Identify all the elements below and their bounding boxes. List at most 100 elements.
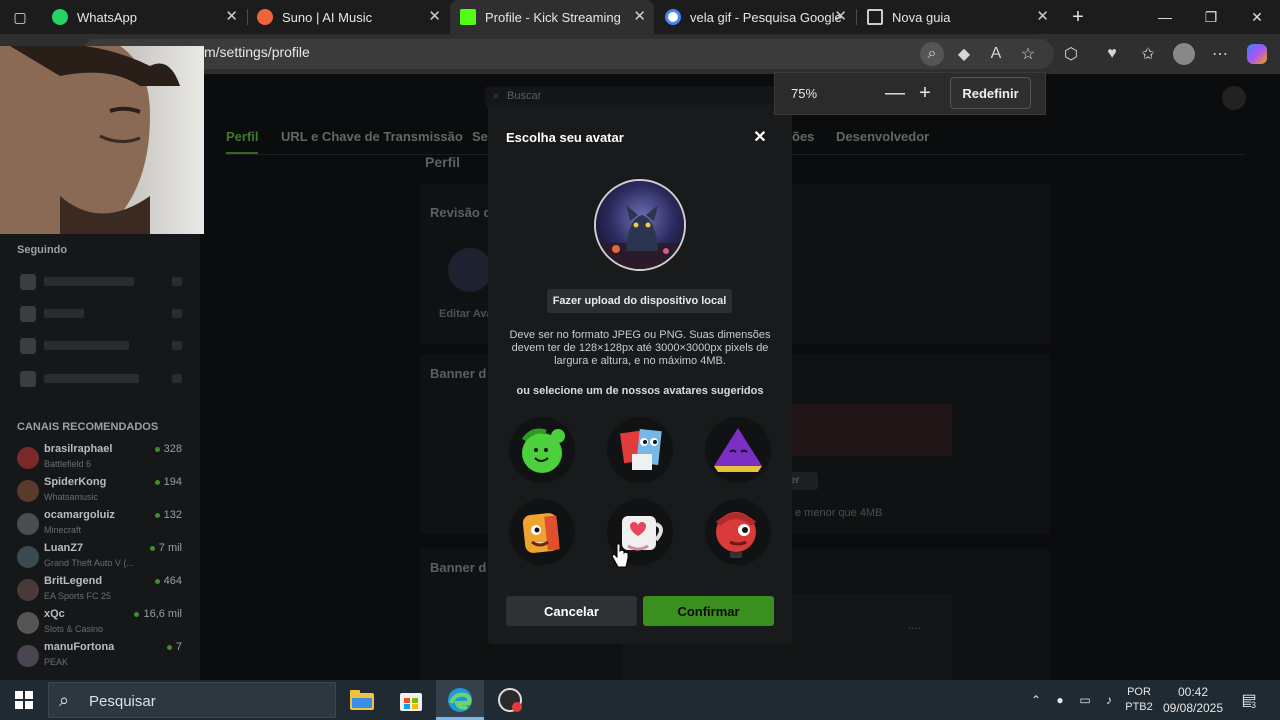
extensions-icon[interactable]: ⬡ <box>1059 42 1083 66</box>
following-item[interactable] <box>20 371 185 389</box>
close-icon[interactable]: ✕ <box>428 9 441 25</box>
read-aloud-icon[interactable]: A <box>984 42 1008 66</box>
kick-icon <box>460 9 476 25</box>
tab-actions-icon[interactable]: ▢ <box>0 0 40 34</box>
avatar <box>17 480 39 502</box>
banner-label: Banner d <box>430 366 487 381</box>
recommended-channel[interactable]: ocamargoluiz Minecraft 132 <box>17 509 187 541</box>
edit-avatar-label[interactable]: Editar Ava <box>439 308 493 320</box>
section-title: Perfil <box>425 154 461 170</box>
tab-title: WhatsApp <box>77 9 137 25</box>
tab-title: vela gif - Pesquisa Google <box>690 9 842 25</box>
cancel-button[interactable]: Cancelar <box>506 596 637 626</box>
banner-preview <box>792 404 952 456</box>
suggested-avatars-label: ou selecione um de nossos avatares suger… <box>516 385 764 397</box>
red-ball-avatar[interactable] <box>705 499 771 565</box>
search-icon: ⌕ <box>59 690 70 710</box>
tab-new[interactable]: Nova guia ✕ <box>857 0 1057 34</box>
close-icon[interactable]: ✕ <box>633 9 646 25</box>
taskbar-search[interactable]: ⌕ Pesquisar <box>48 682 336 718</box>
tab-strip: ▢ WhatsApp ✕ Suno | AI Music ✕ Profile -… <box>0 0 1280 34</box>
new-tab-button[interactable]: + <box>1060 0 1096 34</box>
confirm-button[interactable]: Confirmar <box>643 596 774 626</box>
language-indicator[interactable]: POR PTB2 <box>1122 680 1156 720</box>
zoom-icon[interactable]: ⌕ <box>920 42 944 66</box>
user-avatar[interactable] <box>1222 86 1246 110</box>
recommended-channel[interactable]: LuanZ7 Grand Theft Auto V (... 7 mil <box>17 542 187 574</box>
zoom-level: 75% <box>791 86 818 101</box>
tab-perfil[interactable]: Perfil <box>226 129 259 144</box>
banner-hint: e menor que 4MB <box>795 507 883 519</box>
windows-start-icon[interactable] <box>0 680 48 720</box>
tab-whatsapp[interactable]: WhatsApp ✕ <box>42 0 246 34</box>
purple-triangle-avatar[interactable] <box>705 417 771 483</box>
address-url[interactable]: m/settings/profile <box>204 44 310 60</box>
recommended-channel[interactable]: brasilraphael Battlefield 6 328 <box>17 443 187 475</box>
network-icon[interactable]: ▭ <box>1074 680 1096 720</box>
avatar <box>17 546 39 568</box>
notifications-icon[interactable]: ▤ 3 <box>1234 680 1264 720</box>
recommended-channel[interactable]: SpiderKong Whatsamusic 194 <box>17 476 187 508</box>
volume-icon[interactable]: ♪ <box>1098 680 1120 720</box>
tab-title: Profile - Kick Streaming <box>485 9 621 25</box>
banner-upload-button[interactable]: er <box>788 472 818 490</box>
favorite-star-icon[interactable]: ☆ <box>1016 42 1040 66</box>
upload-hint: Deve ser no formato JPEG ou PNG. Suas di… <box>509 329 771 367</box>
orange-face-avatar[interactable] <box>509 499 575 565</box>
tag-icon[interactable]: ◆ <box>952 42 976 66</box>
avatar <box>17 579 39 601</box>
webcam-overlay <box>0 46 204 234</box>
green-blob-avatar[interactable] <box>509 417 575 483</box>
windows-taskbar: ⌕ Pesquisar ⌃ ● ▭ ♪ POR PTB2 00:42 09/08/2… <box>0 680 1280 720</box>
modal-title: Escolha seu avatar <box>506 130 624 145</box>
profile-avatar[interactable] <box>1172 42 1196 66</box>
recommended-header: CANAIS RECOMENDADOS <box>17 421 159 433</box>
tab-google[interactable]: vela gif - Pesquisa Google ✕ <box>655 0 855 34</box>
tab-developer[interactable]: Desenvolvedor <box>836 129 929 144</box>
chevron-up-icon[interactable]: ⌃ <box>1026 680 1046 720</box>
recommended-channel[interactable]: xQc Slots & Casino 16,6 mil <box>17 608 187 640</box>
clock[interactable]: 00:42 09/08/2025 <box>1160 680 1226 720</box>
tab-stream-url-key[interactable]: URL e Chave de Transmissão <box>281 129 463 144</box>
recommended-channel[interactable]: BritLegend EA Sports FC 25 464 <box>17 575 187 607</box>
minimize-button[interactable]: — <box>1142 0 1188 34</box>
recommended-channel[interactable]: manuFortona PEAK 7 <box>17 641 187 673</box>
zoom-reset-button[interactable]: Redefinir <box>950 77 1031 109</box>
zoom-out-button[interactable]: — <box>883 81 907 105</box>
avatar <box>17 612 39 634</box>
favorites-icon[interactable]: ✩ <box>1136 42 1160 66</box>
blue-red-block-avatar[interactable] <box>607 417 673 483</box>
file-explorer-icon[interactable] <box>338 680 386 720</box>
tab-title: Suno | AI Music <box>282 9 373 25</box>
copilot-icon[interactable] <box>1245 42 1269 66</box>
browser-essentials-icon[interactable]: ♥ <box>1100 42 1124 66</box>
edge-icon[interactable] <box>436 680 484 720</box>
close-window-button[interactable]: ✕ <box>1234 0 1280 34</box>
suno-icon <box>257 9 273 25</box>
close-icon[interactable]: ✕ <box>1036 9 1049 25</box>
tab-security[interactable]: Se <box>472 129 488 144</box>
close-icon[interactable]: ✕ <box>225 9 238 25</box>
tab-kick-profile[interactable]: Profile - Kick Streaming ✕ <box>450 0 654 34</box>
zoom-in-button[interactable]: + <box>913 81 937 105</box>
microphone-icon[interactable]: ● <box>1050 680 1070 720</box>
following-item[interactable] <box>20 274 185 292</box>
banner-label-2: Banner d <box>430 560 487 575</box>
more-menu-icon[interactable]: ⋯ <box>1208 42 1232 66</box>
microsoft-store-icon[interactable] <box>387 680 435 720</box>
current-avatar <box>448 248 492 292</box>
close-icon[interactable]: ✕ <box>750 127 770 147</box>
obs-recording-icon[interactable] <box>486 680 534 720</box>
whatsapp-icon <box>52 9 68 25</box>
following-item[interactable] <box>20 338 185 356</box>
tab-notifications[interactable]: ões <box>792 129 814 144</box>
close-icon[interactable]: ✕ <box>834 9 847 25</box>
zoom-popup: 75% — + Redefinir <box>774 72 1046 115</box>
following-item[interactable] <box>20 306 185 324</box>
upload-local-button[interactable]: Fazer upload do dispositivo local <box>547 289 732 313</box>
tab-suno[interactable]: Suno | AI Music ✕ <box>247 0 449 34</box>
avatar <box>17 513 39 535</box>
hand-cursor-icon <box>611 543 629 574</box>
avatar-preview <box>594 179 686 271</box>
restore-button[interactable]: ❐ <box>1188 0 1234 34</box>
